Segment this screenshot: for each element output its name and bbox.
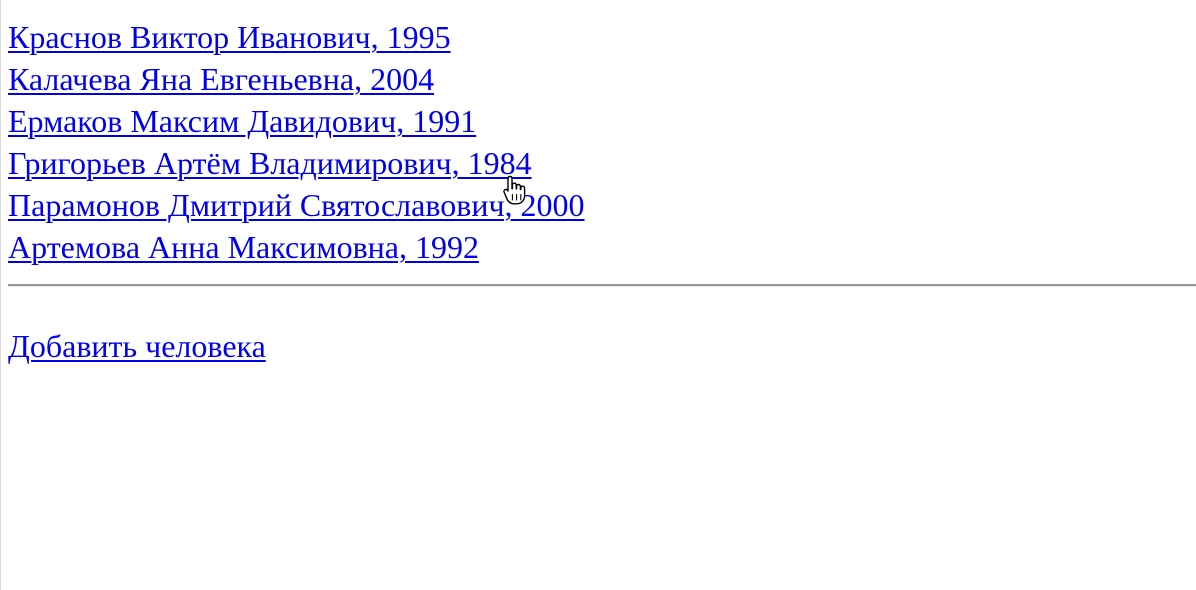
person-link-grigoryev[interactable]: Григорьев Артём Владимирович, 1984: [8, 142, 1196, 184]
add-person-link[interactable]: Добавить человека: [8, 325, 266, 367]
person-link-krasnov[interactable]: Краснов Виктор Иванович, 1995: [8, 16, 1196, 58]
horizontal-divider: [8, 284, 1196, 287]
person-link-paramonov[interactable]: Парамонов Дмитрий Святославович, 2000: [8, 184, 1196, 226]
viewport-left-border: [0, 0, 1, 590]
person-link-kalacheva[interactable]: Калачева Яна Евгеньевна, 2004: [8, 58, 1196, 100]
page-content: Краснов Виктор Иванович, 1995 Калачева Я…: [8, 16, 1196, 367]
people-list: Краснов Виктор Иванович, 1995 Калачева Я…: [8, 16, 1196, 268]
person-link-ermakov[interactable]: Ермаков Максим Давидович, 1991: [8, 100, 1196, 142]
person-link-artemova[interactable]: Артемова Анна Максимовна, 1992: [8, 226, 1196, 268]
